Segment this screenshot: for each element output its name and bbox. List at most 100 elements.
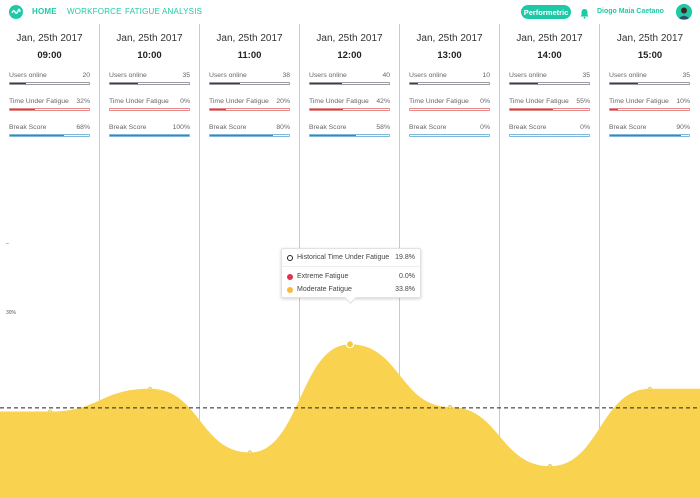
- tooltip-moderate-label: Moderate Fatigue: [297, 286, 352, 293]
- tooltip-extreme-row: Extreme Fatigue 0.0%: [287, 273, 415, 280]
- user-name[interactable]: Diogo Maia Caetano: [597, 8, 664, 15]
- users-online-metric: Users online 35: [109, 72, 190, 85]
- users-online-bar: [109, 82, 190, 85]
- break-score-metric: Break Score 90%: [609, 124, 690, 137]
- time-under-fatigue-bar: [9, 108, 90, 111]
- break-score-bar: [609, 134, 690, 137]
- metric-label: Time Under Fatigue: [509, 98, 569, 105]
- bar-fill: [210, 135, 274, 136]
- users-online-bar: [609, 82, 690, 85]
- users-online-metric: Users online 35: [509, 72, 590, 85]
- bar-fill: [310, 109, 344, 110]
- tooltip-divider: [282, 266, 420, 267]
- time-under-fatigue-bar: [609, 108, 690, 111]
- metric-value: 35: [182, 72, 190, 79]
- column-date: Jan, 25th 2017: [516, 33, 583, 44]
- metric-label: Break Score: [409, 124, 447, 131]
- column-time: 10:00: [137, 50, 162, 61]
- users-online-metric: Users online 10: [409, 72, 490, 85]
- avatar[interactable]: [676, 4, 692, 20]
- bar-fill: [610, 109, 618, 110]
- nav-home[interactable]: HOME: [32, 7, 57, 16]
- metric-label: Time Under Fatigue: [309, 98, 369, 105]
- bar-fill: [310, 135, 356, 136]
- time-under-fatigue-bar: [509, 108, 590, 111]
- hour-column[interactable]: Jan, 25th 2017 09:00 Users online 20 Time…: [0, 24, 100, 498]
- metric-value: 35: [682, 72, 690, 79]
- hour-column[interactable]: Jan, 25th 2017 14:00 Users online 35 Time…: [500, 24, 600, 498]
- column-time: 14:00: [537, 50, 562, 61]
- tooltip-extreme-label: Extreme Fatigue: [297, 273, 349, 280]
- column-time: 12:00: [337, 50, 362, 61]
- metric-label: Break Score: [9, 124, 47, 131]
- break-score-bar: [209, 134, 290, 137]
- break-score-bar: [509, 134, 590, 137]
- time-under-fatigue-metric: Time Under Fatigue 10%: [609, 98, 690, 111]
- bar-fill: [410, 83, 418, 84]
- metric-value: 35: [582, 72, 590, 79]
- metric-label: Break Score: [609, 124, 647, 131]
- metric-label: Break Score: [309, 124, 347, 131]
- tooltip-historical-value: 19.8%: [395, 254, 415, 261]
- break-score-metric: Break Score 68%: [9, 124, 90, 137]
- nav-workforce[interactable]: WORKFORCE: [67, 7, 122, 16]
- time-under-fatigue-metric: Time Under Fatigue 0%: [109, 98, 190, 111]
- column-time: 13:00: [437, 50, 462, 61]
- break-score-metric: Break Score 100%: [109, 124, 190, 137]
- metric-value: 0%: [580, 124, 590, 131]
- time-under-fatigue-metric: Time Under Fatigue 0%: [409, 98, 490, 111]
- bar-fill: [110, 135, 189, 136]
- metric-label: Users online: [309, 72, 347, 79]
- break-score-metric: Break Score 80%: [209, 124, 290, 137]
- users-online-metric: Users online 38: [209, 72, 290, 85]
- metric-value: 32%: [76, 98, 90, 105]
- bar-fill: [510, 109, 554, 110]
- metric-label: Time Under Fatigue: [9, 98, 69, 105]
- metric-label: Users online: [509, 72, 547, 79]
- bar-fill: [110, 83, 138, 84]
- metric-value: 0%: [180, 98, 190, 105]
- metric-value: 80%: [276, 124, 290, 131]
- break-score-metric: Break Score 0%: [409, 124, 490, 137]
- metric-label: Users online: [609, 72, 647, 79]
- break-score-bar: [9, 134, 90, 137]
- metric-value: 10: [482, 72, 490, 79]
- bar-fill: [610, 83, 638, 84]
- metric-value: 40: [382, 72, 390, 79]
- bell-icon[interactable]: [580, 6, 589, 24]
- wave-logo-icon[interactable]: [9, 5, 23, 19]
- tooltip-extreme-value: 0.0%: [399, 273, 415, 280]
- tooltip-moderate-row: Moderate Fatigue 33.8%: [287, 286, 415, 293]
- y-axis-tick: –: [6, 241, 9, 247]
- column-date: Jan, 25th 2017: [16, 33, 83, 44]
- bar-fill: [10, 135, 64, 136]
- metric-label: Time Under Fatigue: [609, 98, 669, 105]
- metric-value: 55%: [576, 98, 590, 105]
- bar-fill: [210, 83, 241, 84]
- metric-label: Users online: [409, 72, 447, 79]
- metric-value: 0%: [480, 98, 490, 105]
- metric-label: Time Under Fatigue: [209, 98, 269, 105]
- column-time: 11:00: [237, 50, 262, 61]
- bar-fill: [310, 83, 342, 84]
- time-under-fatigue-bar: [309, 108, 390, 111]
- users-online-bar: [209, 82, 290, 85]
- column-time: 15:00: [637, 50, 663, 61]
- users-online-metric: Users online 35: [609, 72, 690, 85]
- tooltip-historical-row: Historical Time Under Fatigue 19.8%: [287, 254, 415, 261]
- metric-value: 100%: [172, 124, 190, 131]
- hour-column[interactable]: Jan, 25th 2017 10:00 Users online 35 Time…: [100, 24, 200, 498]
- metric-value: 42%: [376, 98, 390, 105]
- moderate-dot-icon: [287, 286, 293, 293]
- break-score-bar: [409, 134, 490, 137]
- column-date: Jan, 25th 2017: [216, 33, 283, 44]
- users-online-metric: Users online 40: [309, 72, 390, 85]
- top-navbar: HOME WORKFORCE FATIGUE ANALYSIS Performe…: [0, 0, 700, 24]
- break-score-bar: [109, 134, 190, 137]
- users-online-bar: [9, 82, 90, 85]
- hour-column[interactable]: Jan, 25th 2017 15:00 Users online 35 Time…: [600, 24, 700, 498]
- performetric-badge[interactable]: Performetric: [521, 5, 571, 19]
- break-score-metric: Break Score 0%: [509, 124, 590, 137]
- metric-label: Time Under Fatigue: [109, 98, 169, 105]
- nav-fatigue-analysis[interactable]: FATIGUE ANALYSIS: [125, 7, 202, 16]
